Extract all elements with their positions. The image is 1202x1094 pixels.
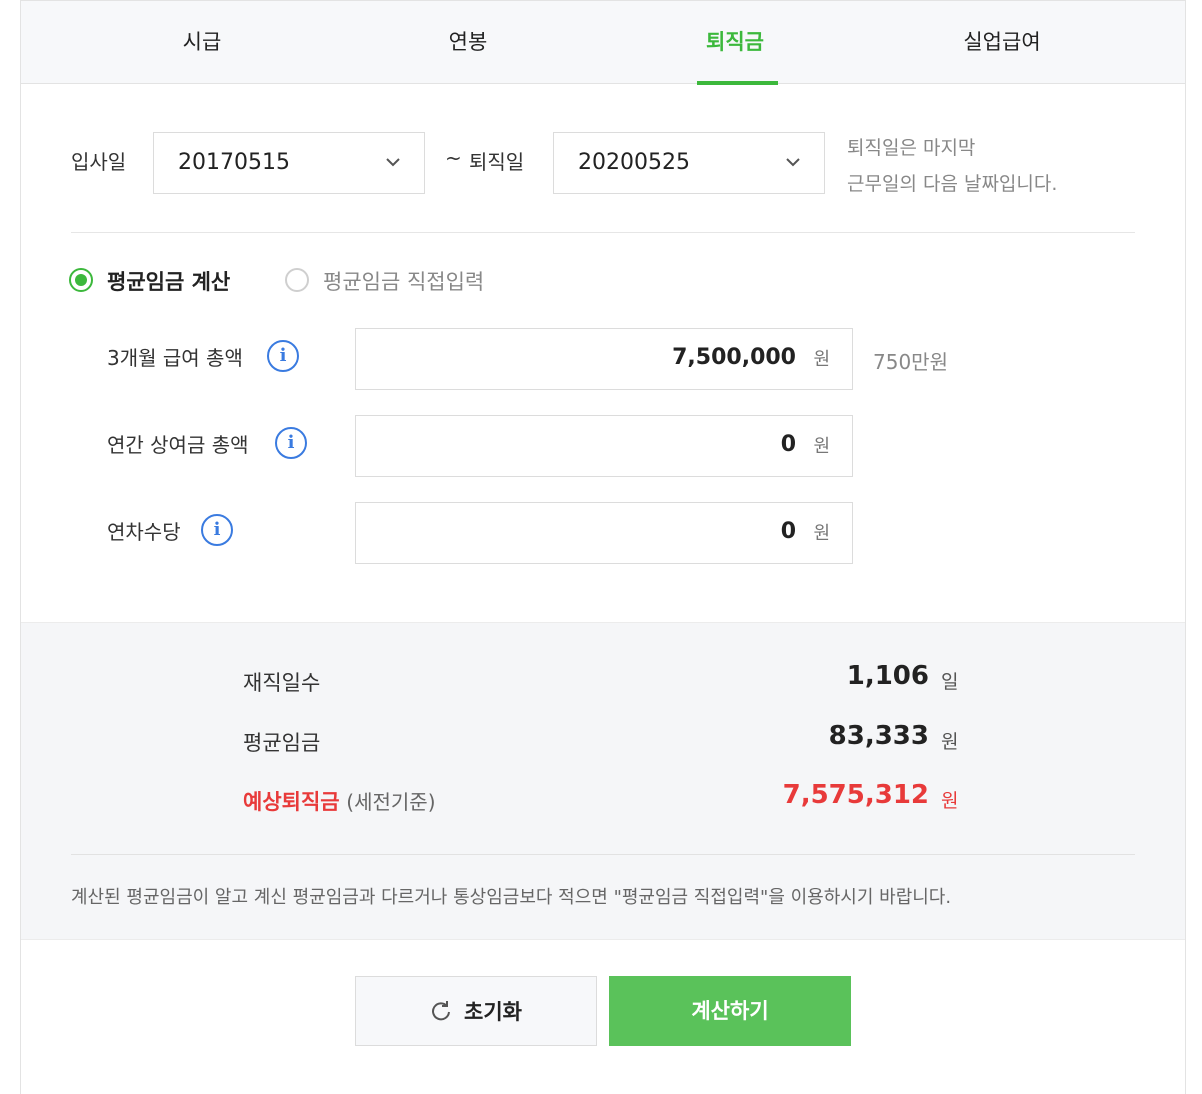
- calculate-button[interactable]: 계산하기: [609, 976, 851, 1046]
- annual-leave-pay-unit: 원: [813, 523, 830, 544]
- three-month-pay-input[interactable]: 7,500,000 원: [355, 328, 853, 390]
- leave-date-select[interactable]: 20200525: [553, 132, 825, 194]
- divider: [71, 854, 1135, 855]
- result-panel: 재직일수 1,106 일 평균임금 83,333 원 예상퇴직금 (세전기준) …: [21, 622, 1185, 940]
- join-date-label: 입사일: [71, 150, 127, 174]
- input-label-annual-leave-pay: 연차수당: [107, 520, 181, 544]
- three-month-pay-unit: 원: [813, 349, 830, 370]
- info-icon[interactable]: i: [201, 514, 233, 546]
- input-label-3month-pay: 3개월 급여 총액: [107, 346, 243, 370]
- average-wage-value: 83,333: [828, 721, 929, 751]
- tab-annual-salary[interactable]: 연봉: [337, 1, 599, 85]
- chevron-down-icon: [786, 158, 800, 167]
- tab-severance[interactable]: 퇴직금: [604, 1, 866, 85]
- radio-average-wage-calc[interactable]: [69, 268, 93, 292]
- expected-severance-basis: (세전기준): [346, 790, 436, 814]
- radio-average-wage-direct-label[interactable]: 평균임금 직접입력: [323, 266, 484, 296]
- footnote: 계산된 평균임금이 알고 계신 평균임금과 다르거나 통상임금보다 적으면 "평…: [71, 887, 952, 908]
- chevron-down-icon: [386, 158, 400, 167]
- input-label-annual-bonus: 연간 상여금 총액: [107, 433, 249, 457]
- leave-date-note: 퇴직일은 마지막 근무일의 다음 날짜입니다.: [847, 130, 1057, 202]
- annual-bonus-input[interactable]: 0 원: [355, 415, 853, 477]
- join-date-value: 20170515: [178, 150, 290, 175]
- active-tab-indicator: [697, 81, 778, 85]
- tab-unemployment[interactable]: 실업급여: [871, 1, 1133, 85]
- radio-average-wage-direct[interactable]: [285, 268, 309, 292]
- three-month-pay-value: 7,500,000: [672, 345, 796, 370]
- refresh-icon: [432, 1001, 451, 1021]
- radio-average-wage-calc-label[interactable]: 평균임금 계산: [107, 266, 230, 296]
- reset-button[interactable]: 초기화: [355, 976, 597, 1046]
- info-icon[interactable]: i: [275, 427, 307, 459]
- employment-days-label: 재직일수: [243, 671, 321, 695]
- expected-severance-unit: 원: [941, 790, 959, 812]
- annual-bonus-value: 0: [780, 432, 796, 457]
- expected-severance-value: 7,575,312: [782, 780, 929, 810]
- employment-days-value: 1,106: [846, 661, 929, 691]
- tab-bar: 시급 연봉 퇴직금 실업급여: [21, 0, 1185, 85]
- info-icon[interactable]: i: [267, 340, 299, 372]
- tab-hourly[interactable]: 시급: [71, 1, 333, 85]
- average-wage-unit: 원: [941, 731, 959, 753]
- expected-severance-label: 예상퇴직금 (세전기준): [243, 786, 436, 816]
- leave-date-value: 20200525: [578, 150, 690, 175]
- average-wage-label: 평균임금: [243, 731, 321, 755]
- divider: [71, 232, 1135, 233]
- date-range-separator: ~: [445, 146, 462, 170]
- employment-days-unit: 일: [941, 671, 959, 693]
- annual-leave-pay-input[interactable]: 0 원: [355, 502, 853, 564]
- annual-bonus-unit: 원: [813, 436, 830, 457]
- leave-date-note-line1: 퇴직일은 마지막: [847, 137, 976, 159]
- join-date-select[interactable]: 20170515: [153, 132, 425, 194]
- leave-date-label: 퇴직일: [469, 150, 525, 174]
- three-month-pay-hint: 750만원: [873, 350, 948, 374]
- reset-button-label: 초기화: [464, 1000, 522, 1024]
- calculate-button-label: 계산하기: [691, 999, 769, 1023]
- calculator-card: 시급 연봉 퇴직금 실업급여 입사일 20170515 ~ 퇴직일 202005…: [20, 0, 1186, 1094]
- expected-severance-title: 예상퇴직금: [243, 790, 340, 814]
- annual-leave-pay-value: 0: [780, 519, 796, 544]
- leave-date-note-line2: 근무일의 다음 날짜입니다.: [847, 173, 1058, 195]
